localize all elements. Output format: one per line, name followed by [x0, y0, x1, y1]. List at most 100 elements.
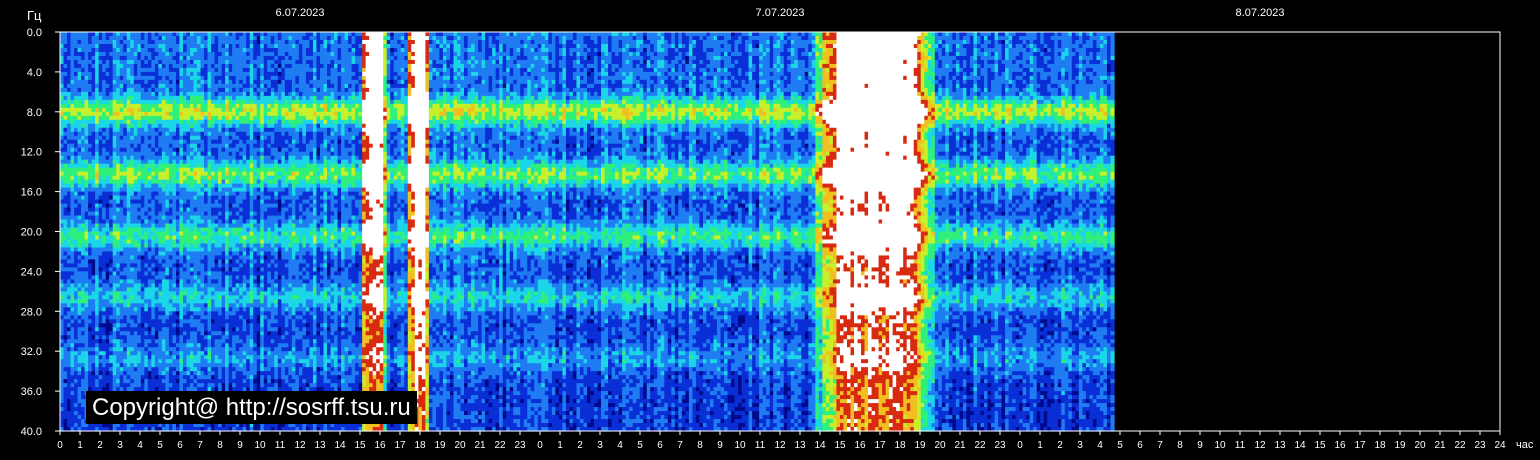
spectrogram-cell: [113, 371, 117, 376]
spectrogram-cell: [134, 224, 138, 229]
spectrogram-cell: [120, 100, 124, 105]
spectrogram-cell: [81, 243, 85, 248]
spectrogram-cell: [64, 228, 68, 233]
spectrogram-cell: [190, 375, 194, 380]
spectrogram-cell: [222, 160, 226, 165]
spectrogram-cell: [172, 363, 176, 368]
spectrogram-cell: [169, 287, 173, 292]
spectrogram-cell: [186, 56, 190, 61]
spectrogram-cell: [197, 172, 201, 177]
spectrogram-cell: [109, 68, 113, 73]
spectrogram-cell: [60, 76, 64, 81]
spectrogram-cell: [218, 251, 222, 256]
spectrogram-cell: [148, 104, 152, 109]
spectrogram-cell: [109, 235, 113, 240]
spectrogram-cell: [88, 124, 92, 129]
spectrogram-cell: [151, 367, 155, 372]
spectrogram-cell: [134, 343, 138, 348]
spectrogram-cell: [179, 239, 183, 244]
spectrogram-cell: [176, 243, 180, 248]
spectrogram-cell: [172, 32, 176, 37]
spectrogram-cell: [137, 355, 141, 360]
spectrogram-cell: [64, 196, 68, 201]
spectrogram-cell: [113, 323, 117, 328]
spectrogram-cell: [81, 136, 85, 141]
spectrogram-cell: [172, 319, 176, 324]
spectrogram-cell: [60, 220, 64, 225]
spectrogram-cell: [60, 419, 64, 424]
spectrogram-cell: [218, 64, 222, 69]
spectrogram-cell: [225, 220, 229, 225]
spectrogram-cell: [165, 60, 169, 65]
spectrogram-cell: [71, 192, 75, 197]
spectrogram-cell: [204, 235, 208, 240]
spectrogram-cell: [141, 192, 145, 197]
spectrogram-cell: [67, 204, 71, 209]
spectrogram-cell: [222, 311, 226, 316]
spectrogram-cell: [95, 299, 99, 304]
spectrogram-cell: [211, 259, 215, 264]
spectrogram-cell: [102, 255, 106, 260]
spectrogram-cell: [92, 243, 96, 248]
spectrogram-cell: [158, 140, 162, 145]
spectrogram-cell: [130, 363, 134, 368]
spectrogram-cell: [134, 371, 138, 376]
spectrogram-cell: [60, 180, 64, 185]
spectrogram-cell: [190, 136, 194, 141]
spectrogram-cell: [67, 112, 71, 117]
spectrogram-cell: [141, 44, 145, 49]
spectrogram-cell: [106, 271, 110, 276]
spectrogram-cell: [78, 100, 82, 105]
spectrogram-cell: [64, 72, 68, 77]
spectrogram-cell: [148, 363, 152, 368]
spectrogram-cell: [165, 291, 169, 296]
spectrogram-cell: [88, 188, 92, 193]
spectrogram-cell: [78, 319, 82, 324]
spectrogram-cell: [155, 271, 159, 276]
spectrogram-cell: [134, 323, 138, 328]
spectrogram-cell: [215, 80, 219, 85]
spectrogram-cell: [225, 76, 229, 81]
spectrogram-cell: [74, 327, 78, 332]
spectrogram-cell: [137, 335, 141, 340]
spectrogram-cell: [229, 192, 233, 197]
spectrogram-cell: [81, 379, 85, 384]
spectrogram-cell: [222, 40, 226, 45]
spectrogram-cell: [67, 40, 71, 45]
spectrogram-cell: [169, 255, 173, 260]
spectrogram-cell: [172, 152, 176, 157]
spectrogram-cell: [190, 323, 194, 328]
spectrogram-cell: [81, 68, 85, 73]
spectrogram-cell: [169, 216, 173, 221]
spectrogram-cell: [144, 363, 148, 368]
spectrogram-cell: [71, 148, 75, 153]
spectrogram-cell: [222, 64, 226, 69]
spectrogram-cell: [123, 243, 127, 248]
spectrogram-cell: [74, 228, 78, 233]
spectrogram-cell: [74, 72, 78, 77]
spectrogram-cell: [64, 395, 68, 400]
spectrogram-cell: [88, 295, 92, 300]
spectrogram-cell: [113, 383, 117, 388]
spectrogram-cell: [162, 327, 166, 332]
spectrogram-cell: [194, 188, 198, 193]
spectrogram-cell: [183, 132, 187, 137]
spectrogram-cell: [225, 319, 229, 324]
spectrogram-cell: [102, 220, 106, 225]
spectrogram-cell: [162, 331, 166, 336]
spectrogram-cell: [204, 367, 208, 372]
spectrogram-cell: [225, 156, 229, 161]
spectrogram-cell: [109, 188, 113, 193]
spectrogram-cell: [130, 132, 134, 137]
spectrogram-cell: [141, 323, 145, 328]
spectrogram-cell: [179, 307, 183, 312]
spectrogram-cell: [78, 76, 82, 81]
spectrogram-cell: [106, 379, 110, 384]
spectrogram-cell: [92, 355, 96, 360]
spectrogram-cell: [169, 224, 173, 229]
spectrogram-cell: [71, 152, 75, 157]
spectrogram-cell: [102, 140, 106, 145]
spectrogram-cell: [92, 220, 96, 225]
spectrogram-cell: [85, 263, 89, 268]
spectrogram-cell: [78, 200, 82, 205]
